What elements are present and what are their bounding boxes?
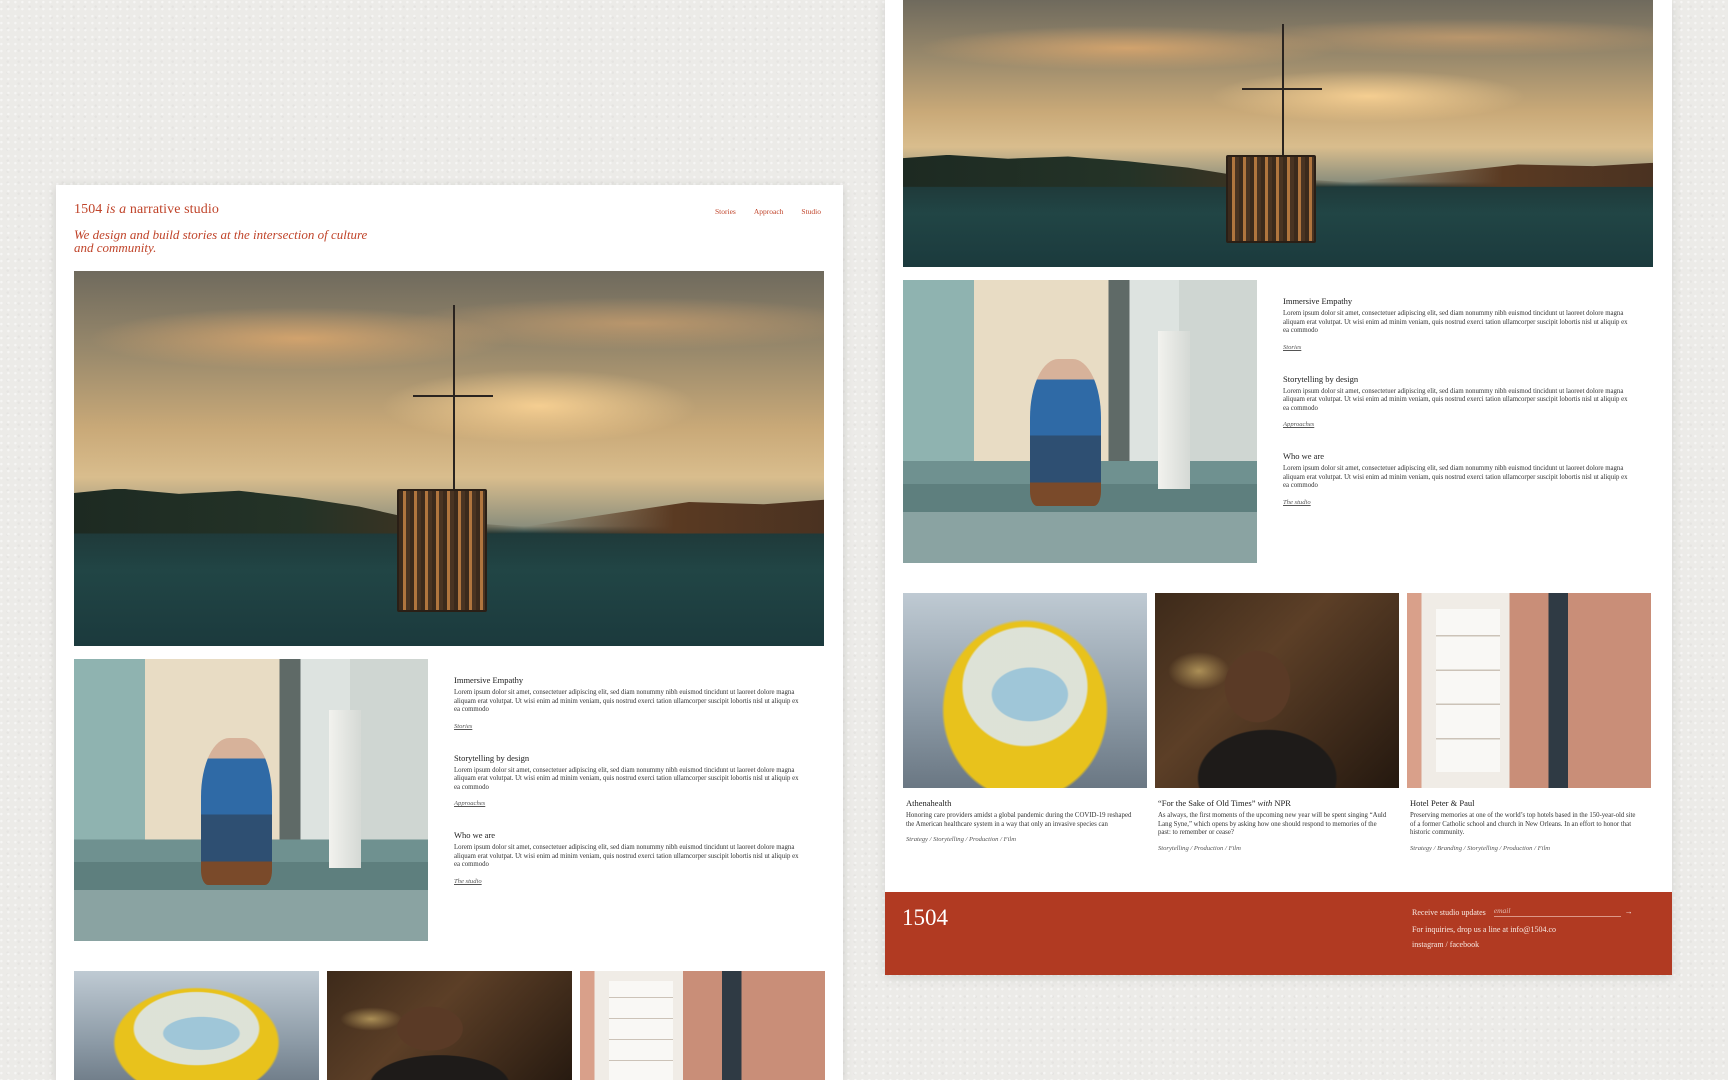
feature-immersive-empathy: Immersive Empathy Lorem ipsum dolor sit … — [454, 675, 799, 733]
mast-shape — [412, 304, 493, 493]
hero-tagline: We design and build stories at the inter… — [74, 227, 368, 255]
project-description: Honoring care providers amidst a global … — [906, 812, 1132, 828]
feature-body: Lorem ipsum dolor sit amet, consectetuer… — [454, 766, 799, 791]
thumb-hotel[interactable] — [580, 971, 825, 1080]
porch-portrait-image — [74, 659, 428, 941]
porch-column-shape — [328, 709, 361, 868]
feature-list: Immersive Empathy Lorem ipsum dolor sit … — [454, 675, 799, 908]
social-separator: / — [1445, 940, 1448, 949]
feature-link-stories[interactable]: Stories — [1283, 344, 1301, 351]
feature-who-we-are: Who we are Lorem ipsum dolor sit amet, c… — [454, 830, 799, 888]
project-image[interactable] — [903, 593, 1147, 788]
thumb-athenahealth[interactable] — [74, 971, 319, 1080]
homepage-mock-bottom: Immersive Empathy Lorem ipsum dolor sit … — [885, 0, 1672, 975]
instagram-link[interactable]: instagram — [1412, 940, 1444, 949]
feature-body: Lorem ipsum dolor sit amet, consectetuer… — [1283, 310, 1628, 334]
feature-body: Lorem ipsum dolor sit amet, consectetuer… — [454, 689, 799, 713]
feature-who-we-are: Who we are Lorem ipsum dolor sit amet, c… — [1283, 451, 1628, 509]
feature-storytelling: Storytelling by design Lorem ipsum dolor… — [454, 753, 799, 811]
brand-name: 1504 — [74, 202, 103, 217]
inquiry-text: For inquiries, drop us a line at info@15… — [1412, 925, 1557, 934]
project-thumbnails-preview — [74, 971, 825, 1080]
project-card-athenahealth[interactable]: Athenahealth Honoring care providers ami… — [903, 593, 1147, 852]
porch-portrait-image — [903, 280, 1257, 563]
facebook-link[interactable]: facebook — [1450, 940, 1479, 949]
porch-column-shape — [1157, 330, 1190, 490]
brand-connector: is a — [106, 202, 127, 217]
submit-arrow-icon[interactable]: → — [1625, 907, 1633, 917]
project-tags: Strategy / Storytelling / Production / F… — [906, 836, 1017, 843]
feature-title: Storytelling by design — [1283, 373, 1359, 384]
project-title: “For the Sake of Old Times” with NPR — [1158, 798, 1291, 808]
feature-title: Storytelling by design — [454, 752, 530, 763]
homepage-mock-top: 1504 is a narrative studio Stories Appro… — [56, 185, 843, 1080]
feature-title: Who we are — [454, 830, 496, 840]
feature-body: Lorem ipsum dolor sit amet, consectetuer… — [1283, 465, 1628, 489]
nav-stories[interactable]: Stories — [715, 207, 736, 216]
boat-shape — [1225, 154, 1316, 243]
feature-body: Lorem ipsum dolor sit amet, consectetuer… — [454, 844, 799, 868]
project-description: As always, the first moments of the upco… — [1158, 812, 1387, 836]
brand-statement[interactable]: 1504 is a narrative studio — [74, 202, 219, 218]
hero-image-boat — [74, 271, 824, 646]
project-description: Preserving memories at one of the world’… — [1410, 812, 1636, 836]
feature-title: Immersive Empathy — [1283, 296, 1353, 306]
main-nav: Stories Approach Studio — [715, 207, 821, 216]
feature-body: Lorem ipsum dolor sit amet, consectetuer… — [1283, 387, 1628, 412]
thumb-npr[interactable] — [327, 971, 572, 1080]
feature-link-studio[interactable]: The studio — [1283, 499, 1311, 506]
nav-studio[interactable]: Studio — [801, 207, 821, 216]
footer-logo[interactable]: 1504 — [902, 905, 948, 931]
project-image[interactable] — [1155, 593, 1399, 788]
feature-title: Immersive Empathy — [454, 675, 524, 685]
hero-image-boat — [903, 0, 1653, 267]
project-title: Hotel Peter & Paul — [1410, 798, 1475, 808]
feature-link-studio[interactable]: The studio — [454, 878, 482, 885]
seated-woman-shape — [201, 737, 273, 885]
project-card-hotel-peter-paul[interactable]: Hotel Peter & Paul Preserving memories a… — [1407, 593, 1651, 852]
feature-list: Immersive Empathy Lorem ipsum dolor sit … — [1283, 296, 1628, 529]
project-image[interactable] — [1407, 593, 1651, 788]
project-card-npr[interactable]: “For the Sake of Old Times” with NPR As … — [1155, 593, 1399, 852]
social-links: instagram / facebook — [1412, 940, 1479, 949]
feature-link-stories[interactable]: Stories — [454, 723, 472, 730]
signup-label: Receive studio updates — [1412, 908, 1486, 917]
newsletter-signup: Receive studio updates → — [1412, 906, 1633, 917]
mast-shape — [1241, 24, 1322, 158]
feature-storytelling: Storytelling by design Lorem ipsum dolor… — [1283, 374, 1628, 432]
project-title: Athenahealth — [906, 798, 952, 808]
feature-immersive-empathy: Immersive Empathy Lorem ipsum dolor sit … — [1283, 296, 1628, 354]
site-footer: 1504 Receive studio updates → For inquir… — [885, 892, 1672, 975]
feature-link-approaches[interactable]: Approaches — [454, 800, 485, 807]
project-grid: Athenahealth Honoring care providers ami… — [903, 593, 1651, 852]
feature-link-approaches[interactable]: Approaches — [1283, 421, 1314, 428]
boat-shape — [396, 488, 487, 613]
project-tags: Strategy / Branding / Storytelling / Pro… — [1410, 844, 1551, 852]
brand-descriptor: narrative studio — [129, 202, 219, 217]
nav-approach[interactable]: Approach — [754, 207, 784, 216]
seated-woman-shape — [1030, 359, 1102, 507]
project-tags: Storytelling / Production / Film — [1158, 844, 1241, 852]
feature-title: Who we are — [1283, 451, 1325, 461]
email-input[interactable] — [1493, 906, 1621, 917]
